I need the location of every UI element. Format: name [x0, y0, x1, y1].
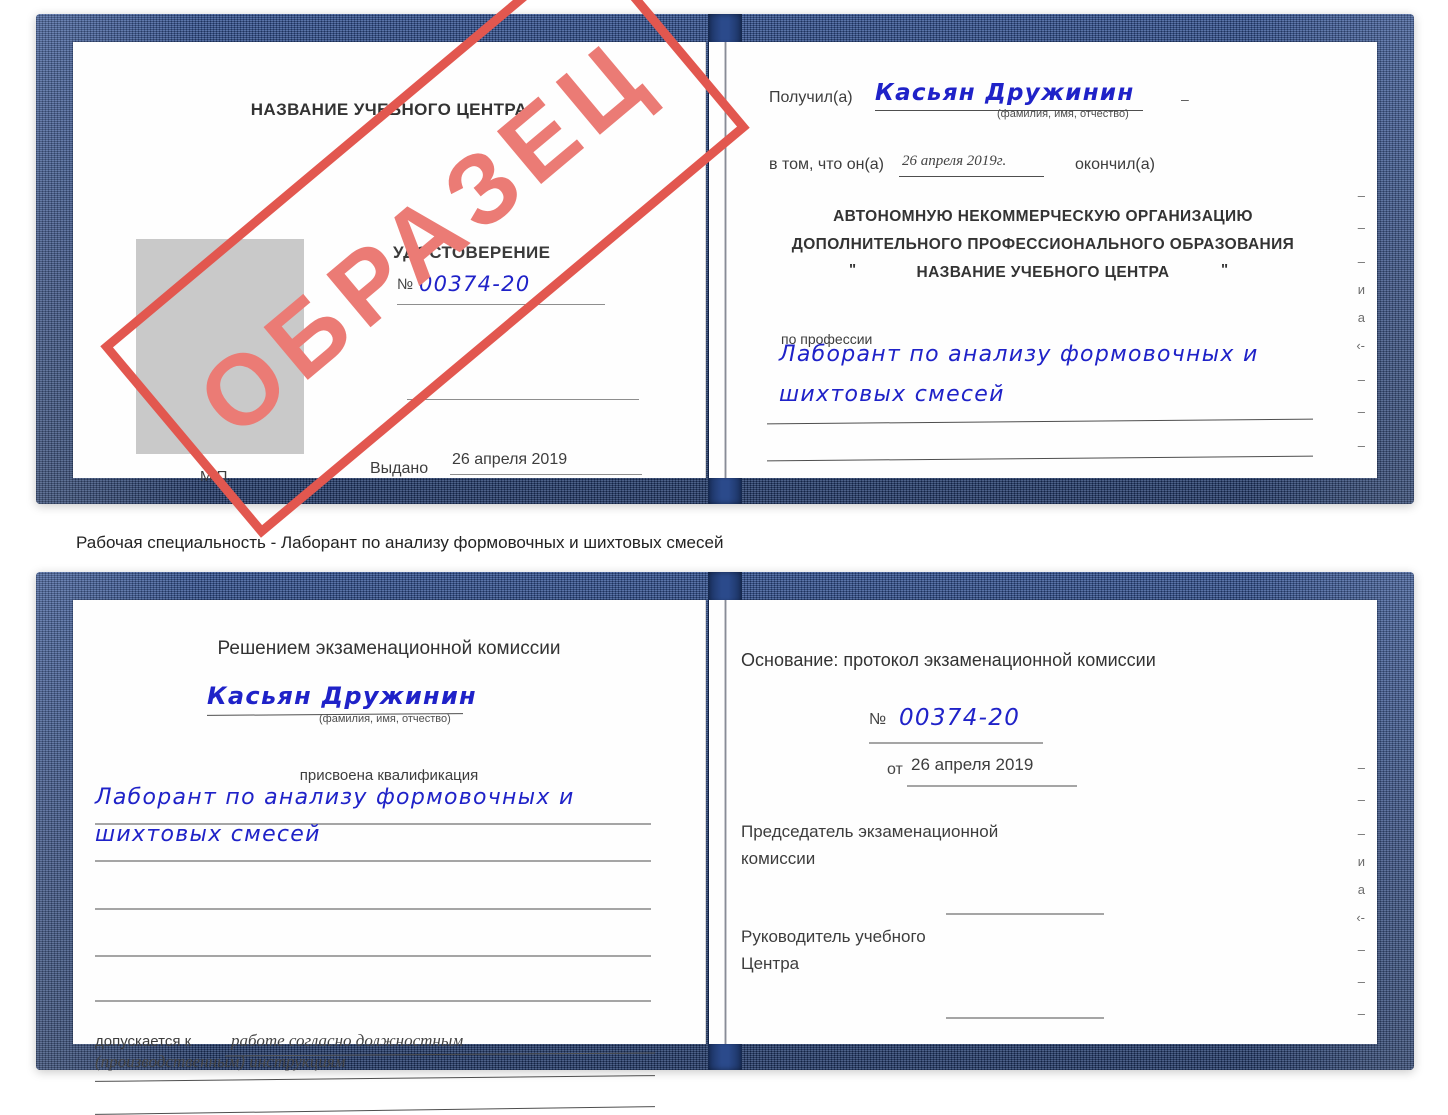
basis-label: Основание: протокол экзаменационной коми… [741, 650, 1156, 670]
decision-title: Решением экзаменационной комиссии [217, 638, 561, 659]
page-gutter-top [724, 42, 727, 478]
edge-mark-2: – [1357, 220, 1365, 235]
in-that-rule-top [899, 176, 1044, 177]
protocol-from-label: от [887, 761, 903, 778]
number-symbol-top: № [397, 276, 414, 293]
blank-rule-3-bottom [95, 1000, 651, 1002]
org-line-1-top: АВТОНОМНУЮ НЕКОММЕРЧЕСКУЮ ОРГАНИЗАЦИЮ [833, 208, 1253, 225]
bottom-right-page: Основание: протокол экзаменационной коми… [709, 600, 1377, 1044]
blank-rule-2-bottom [95, 955, 651, 957]
received-dash-top: – [1181, 91, 1189, 107]
chairman-signature-rule [946, 913, 1104, 915]
head-line-2: Центра [741, 954, 800, 973]
chairman-line-1: Председатель экзаменационной [741, 822, 999, 841]
number-rule-top [397, 304, 605, 305]
edge-mark-b8: – [1357, 974, 1365, 989]
top-right-page: Получил(а) Касьян Дружинин (фамилия, имя… [709, 42, 1377, 478]
certificate-bottom: Решением экзаменационной комиссии Касьян… [36, 572, 1414, 1115]
edge-mark-b6: ‹- [1356, 910, 1365, 925]
edge-mark-9: – [1357, 438, 1365, 453]
issued-label-top: Выдано [370, 460, 429, 477]
profession-rule-2-top [767, 455, 1313, 462]
edge-mark-4: и [1357, 282, 1365, 297]
in-that-date-top: 26 апреля 2019г. [902, 153, 1007, 169]
protocol-number-rule [869, 742, 1043, 744]
certificate-sample-page: { "caption": "Рабочая специальность - Ла… [0, 0, 1448, 1115]
org-name-top: НАЗВАНИЕ УЧЕБНОГО ЦЕНТРА [916, 264, 1170, 281]
org-quote-close-top: " [1221, 261, 1229, 278]
qualification-rule-2 [95, 860, 651, 862]
edge-mark-b9: – [1357, 1006, 1365, 1021]
org-line-2-top: ДОПОЛНИТЕЛЬНОГО ПРОФЕССИОНАЛЬНОГО ОБРАЗО… [791, 236, 1295, 253]
page-gutter-bottom [724, 600, 727, 1044]
seal-label-top: М.П. [200, 468, 232, 485]
chairman-line-2: комиссии [741, 849, 816, 868]
graduated-label-top: окончил(а) [1075, 156, 1155, 173]
bottom-left-page: Решением экзаменационной комиссии Касьян… [73, 600, 706, 1115]
issued-rule-top [450, 474, 642, 475]
protocol-number-symbol: № [869, 711, 887, 728]
edge-mark-b1: – [1357, 760, 1365, 775]
protocol-from-value: 26 апреля 2019 [911, 755, 1034, 774]
admitted-rule-2 [95, 1075, 655, 1082]
edge-mark-3: – [1357, 254, 1365, 269]
qualification-line-1: Лаборант по анализу формовочных и [95, 785, 575, 810]
blank-rule-top [407, 399, 639, 400]
received-label-top: Получил(а) [769, 89, 853, 106]
page-caption: Рабочая специальность - Лаборант по анал… [76, 533, 724, 552]
in-that-label-top: в том, что он(а) [769, 156, 884, 173]
edge-mark-7: – [1357, 372, 1365, 387]
admitted-label: допускается к [95, 1033, 192, 1050]
student-name-bottom: Касьян Дружинин [207, 682, 477, 710]
admitted-line-1: работе согласно должностным [231, 1031, 464, 1050]
head-line-1: Руководитель учебного [741, 927, 926, 946]
edge-mark-b4: и [1357, 854, 1365, 869]
blank-rule-1-bottom [95, 908, 651, 910]
edge-mark-8: – [1357, 404, 1365, 419]
name-hint-bottom: (фамилия, имя, отчество) [319, 713, 451, 725]
edge-mark-5: а [1357, 310, 1365, 325]
edge-mark-b5: а [1357, 882, 1365, 897]
edge-mark-b3: – [1357, 826, 1365, 841]
training-center-name-top: НАЗВАНИЕ УЧЕБНОГО ЦЕНТРА [250, 100, 528, 119]
received-name-top: Касьян Дружинин [875, 80, 1135, 106]
qualification-label: присвоена квалификация [299, 767, 479, 784]
edge-mark-6: ‹- [1356, 338, 1365, 353]
document-title-top: УДОСТОВЕРЕНИЕ [393, 243, 551, 262]
org-quote-open-top: " [849, 261, 857, 278]
profession-line-2-top: шихтовых смесей [779, 382, 1005, 407]
issued-date-top: 26 апреля 2019 [452, 451, 568, 468]
certificate-number-top: 00374-20 [419, 272, 531, 296]
head-signature-rule [946, 1017, 1104, 1019]
name-hint-top: (фамилия, имя, отчество) [997, 108, 1129, 120]
photo-placeholder [136, 239, 304, 454]
qualification-line-2: шихтовых смесей [95, 822, 321, 847]
protocol-number-value: 00374-20 [899, 705, 1021, 731]
edge-mark-b2: – [1357, 792, 1365, 807]
certificate-top: НАЗВАНИЕ УЧЕБНОГО ЦЕНТРА УДОСТОВЕРЕНИЕ №… [36, 14, 1414, 504]
profession-rule-1-top [767, 418, 1313, 425]
admitted-line-2: (производственным) инструкциям [95, 1052, 346, 1071]
edge-mark-1: – [1357, 188, 1365, 203]
top-left-page: НАЗВАНИЕ УЧЕБНОГО ЦЕНТРА УДОСТОВЕРЕНИЕ №… [73, 42, 706, 485]
edge-mark-b7: – [1357, 942, 1365, 957]
protocol-from-rule [907, 785, 1077, 787]
admitted-rule-3 [95, 1106, 655, 1115]
profession-line-1-top: Лаборант по анализу формовочных и [779, 342, 1259, 367]
